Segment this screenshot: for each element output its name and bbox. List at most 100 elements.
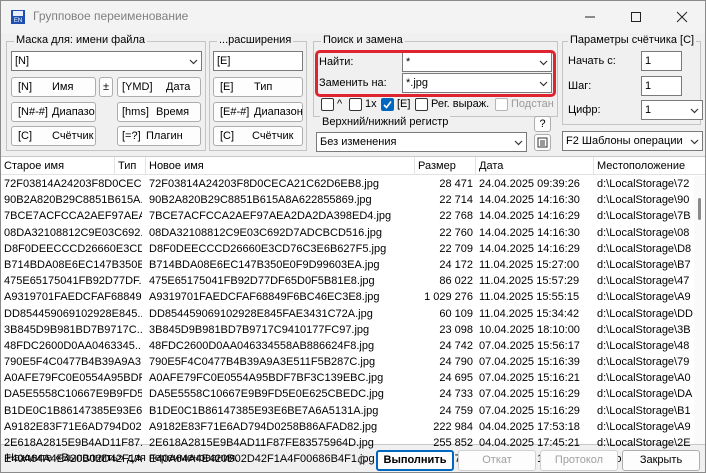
column-old-name[interactable]: Старое имя [1, 157, 115, 175]
column-type[interactable]: Тип [115, 157, 146, 175]
table-row[interactable]: 475E65175041FB92D77DF... 475E65175041FB92… [1, 273, 694, 289]
once-label: 1x [365, 98, 377, 110]
cell-date: 07.04.2025 15:16:39 [479, 356, 580, 369]
minimize-button[interactable] [567, 1, 613, 33]
cell-new: 3B845D9B981BD7B9717C9410177FC97.jpg [149, 323, 370, 336]
table-row[interactable]: 72F03814A24203F8D0CEC... 72F03814A24203F8… [1, 176, 694, 192]
mask-time-key: [hms] [122, 106, 149, 118]
cell-new: 08DA32108812C9E03C692D7ADCBCD516.jpg [149, 226, 382, 239]
mask-plugin-button[interactable]: [=?] Плагин [117, 126, 201, 146]
title-bar: EN Групповое переименование [1, 1, 705, 33]
ext-range-button[interactable]: [E#-#] Диапазон [213, 102, 303, 122]
scroll-thumb[interactable] [698, 198, 701, 220]
cell-new: DD854459069102928E845FAE3431C72A.jpg [149, 307, 373, 320]
cell-old: 48FDC2600D0AA0463345... [4, 339, 142, 352]
mask-input[interactable]: [N] [11, 51, 202, 71]
cell-date: 11.04.2025 15:34:42 [479, 307, 580, 320]
table-row[interactable]: A9182E83F71E6AD794D02... A9182E83F71E6AD7… [1, 419, 694, 435]
counter-digits-label: Цифр: [568, 104, 601, 116]
table-row[interactable]: A0AFE79FC0E0554A95BDF... A0AFE79FC0E0554A… [1, 370, 694, 386]
notepad-icon [537, 137, 548, 148]
file-list[interactable]: Старое имя Тип Новое имя Размер Дата Мес… [1, 156, 705, 465]
case-select[interactable]: Без изменения [316, 132, 527, 152]
cell-date: 07.04.2025 15:16:21 [479, 372, 580, 385]
mask-counter-button[interactable]: [C] Счётчик [11, 126, 96, 146]
mask-group-label: Маска для: имени файла [14, 34, 147, 46]
close-window-button[interactable] [659, 1, 705, 33]
table-row[interactable]: 90B2A820B29C8851B615A... 90B2A820B29C8851… [1, 192, 694, 208]
list-scrollbar[interactable] [694, 176, 705, 444]
table-row[interactable]: B714BDA08E6EC147B350E... B714BDA08E6EC147… [1, 257, 694, 273]
cell-date: 11.04.2025 15:27:00 [479, 258, 580, 271]
ext-counter-button[interactable]: [C] Счётчик [213, 126, 303, 146]
case-select-value: Без изменения [320, 136, 397, 148]
counter-step-input[interactable]: 1 [641, 76, 682, 96]
subst-checkbox[interactable] [495, 98, 508, 111]
regex-checkbox[interactable] [415, 98, 428, 111]
table-row[interactable]: B1DE0C1B86147385E93E6... B1DE0C1B86147385… [1, 403, 694, 419]
column-date[interactable]: Дата [476, 157, 594, 175]
refresh-icon[interactable] [356, 454, 368, 466]
cell-loc: d:\LocalStorage\DA [597, 388, 693, 401]
extension-input[interactable]: [E] [213, 51, 303, 71]
column-new-name[interactable]: Новое имя [146, 157, 415, 175]
table-row[interactable]: D8F0DEECCCD26660E3CD... D8F0DEECCCD26660E… [1, 241, 694, 257]
table-row[interactable]: 48FDC2600D0AA0463345... 48FDC2600D0AA0463… [1, 338, 694, 354]
ext-type-button[interactable]: [E] Тип [213, 77, 303, 97]
cell-date: 14.04.2025 14:16:30 [479, 194, 580, 207]
cell-new: DA5E5558C10667E9B9FD5E0E625CBEDC.jpg [149, 388, 384, 401]
table-row[interactable]: 3B845D9B981BD7B9717C... 3B845D9B981BD7B97… [1, 322, 694, 338]
mask-input-value: [N] [15, 55, 30, 67]
maximize-button[interactable] [613, 1, 659, 33]
run-button[interactable]: Выполнить [376, 450, 454, 471]
close-button[interactable]: Закрыть [622, 450, 700, 471]
cell-loc: d:\LocalStorage\B1 [597, 404, 691, 417]
table-row[interactable]: 7BCE7ACFCCA2AEF97AEA... 7BCE7ACFCCA2AEF97… [1, 208, 694, 224]
counter-start-input[interactable]: 1 [641, 51, 682, 71]
caret-checkbox[interactable] [321, 98, 334, 111]
counter-digits-select[interactable]: 1 [641, 100, 703, 120]
cell-size: 22 709 [439, 242, 473, 255]
cell-new: A9182E83F71E6AD794D0258B86AFAD82.jpg [149, 420, 378, 433]
column-size[interactable]: Размер [415, 157, 476, 175]
cell-loc: d:\LocalStorage\A9 [597, 291, 691, 304]
ext-range-label: Диапазон [254, 106, 303, 118]
mask-plugin-key: [=?] [122, 130, 141, 142]
log-button[interactable]: Протокол [540, 450, 618, 471]
edit-button[interactable] [534, 134, 551, 151]
ext-type-label: Тип [254, 81, 273, 93]
regex-label: Рег. выраж. [431, 98, 490, 110]
cell-new: 48FDC2600D0AA046334558AB886624F8.jpg [149, 339, 375, 352]
table-row[interactable]: 790E5F4C0477B4B39A9A3... 790E5F4C0477B4B3… [1, 354, 694, 370]
cell-size: 1 029 276 [424, 291, 473, 304]
templates-select[interactable]: F2 Шаблоны операции [562, 131, 703, 151]
mask-name-button[interactable]: [N] Имя [11, 77, 96, 97]
cell-loc: d:\LocalStorage\47 [597, 275, 690, 288]
help-button[interactable]: ? [534, 116, 551, 132]
extension-input-value: [E] [217, 55, 231, 67]
column-location[interactable]: Местоположение [594, 157, 705, 175]
table-row[interactable]: DA5E5558C10667E9B9FD5... DA5E5558C10667E9… [1, 386, 694, 402]
cell-old: A0AFE79FC0E0554A95BDF... [4, 372, 142, 385]
cell-date: 11.04.2025 15:55:15 [479, 291, 580, 304]
mask-date-button[interactable]: [YMD] Дата [117, 77, 201, 97]
table-row[interactable]: A9319701FAEDCFAF68849... A9319701FAEDCFAF… [1, 289, 694, 305]
once-checkbox[interactable] [349, 98, 362, 111]
mask-time-button[interactable]: [hms] Время [117, 102, 201, 122]
mask-name-label: Имя [52, 81, 74, 93]
cell-old: 7BCE7ACFCCA2AEF97AEA... [4, 210, 142, 223]
cell-new: D8F0DEECCCD26660E3CD76C3E6B627F5.jpg [149, 242, 387, 255]
cell-size: 24 733 [439, 388, 473, 401]
table-row[interactable]: 08DA32108812C9E03C692... 08DA32108812C9E0… [1, 225, 694, 241]
table-row[interactable]: DD854459069102928E845... DD85445906910292… [1, 306, 694, 322]
cell-size: 24 790 [439, 356, 473, 369]
cell-loc: d:\LocalStorage\A0 [597, 372, 691, 385]
cell-size: 24 695 [439, 372, 473, 385]
plus-minus-button[interactable]: ± [99, 77, 113, 97]
ext-checkbox[interactable] [381, 98, 394, 111]
cell-size: 22 768 [439, 210, 473, 223]
mask-range-button[interactable]: [N#-#] Диапазон [11, 102, 96, 122]
undo-button[interactable]: Откат [458, 450, 536, 471]
cell-date: 14.04.2025 14:16:29 [479, 242, 580, 255]
mask-date-label: Дата [166, 81, 191, 93]
